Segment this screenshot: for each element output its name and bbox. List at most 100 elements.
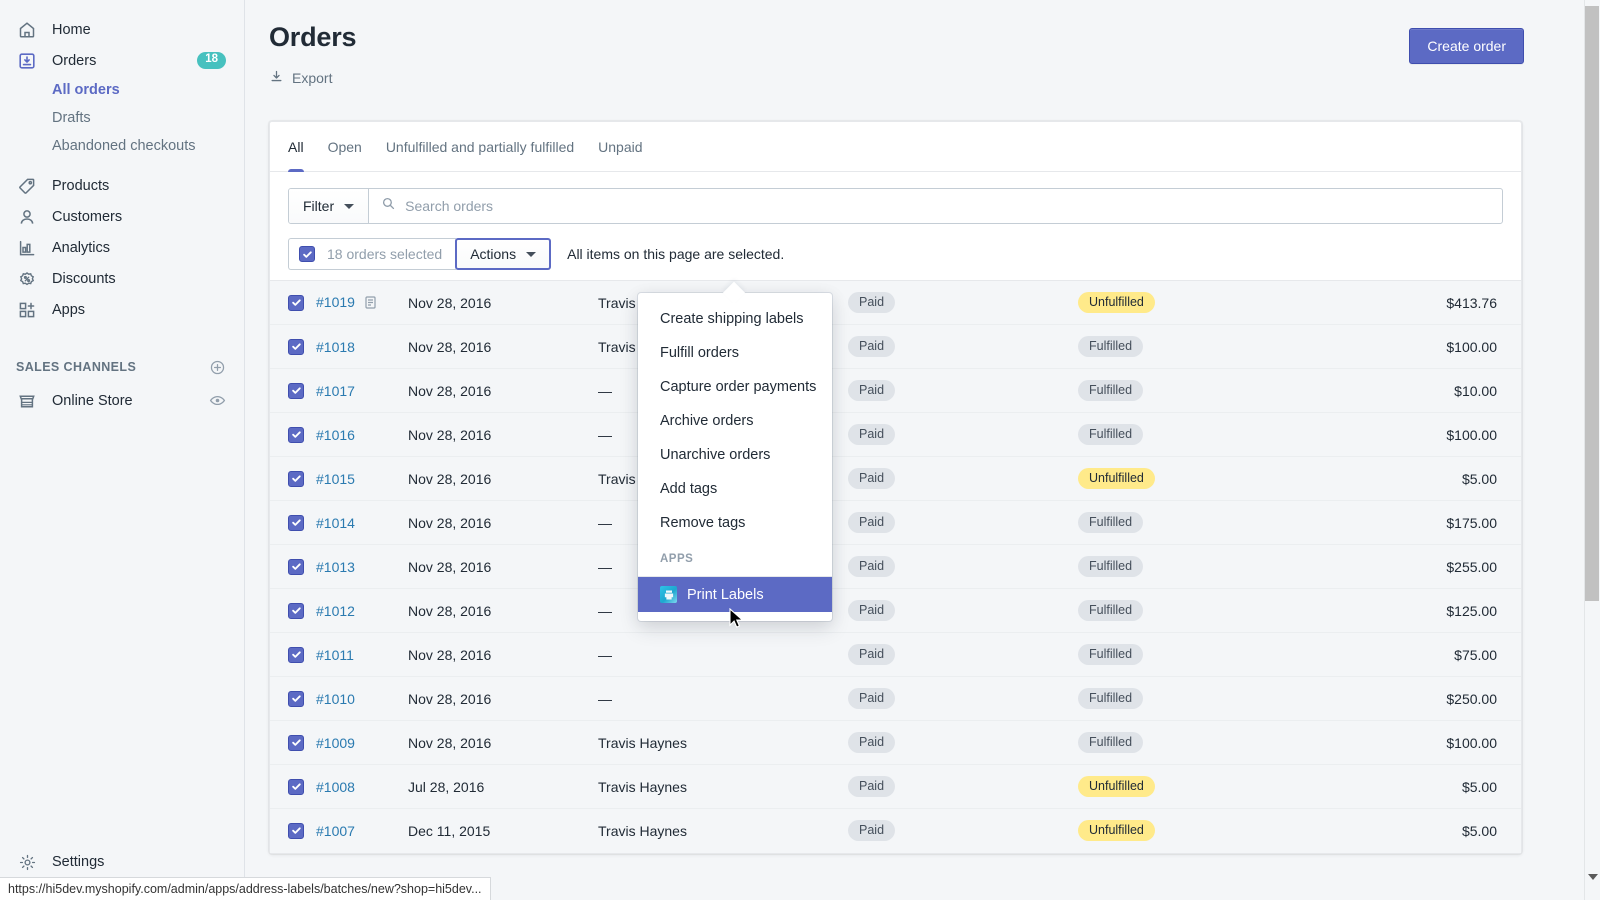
table-row[interactable]: #1011 Nov 28, 2016 — Paid Fulfilled $75.… xyxy=(270,633,1521,677)
order-link[interactable]: #1007 xyxy=(316,823,355,839)
row-checkbox-cell[interactable] xyxy=(270,325,316,369)
sidebar-item-drafts[interactable]: Drafts xyxy=(0,104,244,132)
order-link[interactable]: #1011 xyxy=(316,647,354,663)
order-number-cell[interactable]: #1013 xyxy=(316,545,408,589)
table-row[interactable]: #1019 Nov 28, 2016 Travis Haynes Paid Un… xyxy=(270,281,1521,325)
tab-open[interactable]: Open xyxy=(316,122,374,172)
sidebar-item-analytics[interactable]: Analytics xyxy=(0,232,244,263)
order-number-cell[interactable]: #1017 xyxy=(316,369,408,413)
row-checkbox-cell[interactable] xyxy=(270,281,316,325)
sidebar-item-settings[interactable]: Settings xyxy=(0,846,245,878)
menu-item-add-tags[interactable]: Add tags xyxy=(638,472,832,506)
order-number-cell[interactable]: #1009 xyxy=(316,721,408,765)
menu-item-unarchive-orders[interactable]: Unarchive orders xyxy=(638,438,832,472)
order-link[interactable]: #1016 xyxy=(316,427,355,443)
table-row[interactable]: #1010 Nov 28, 2016 — Paid Fulfilled $250… xyxy=(270,677,1521,721)
row-checkbox-cell[interactable] xyxy=(270,369,316,413)
menu-item-fulfill-orders[interactable]: Fulfill orders xyxy=(638,336,832,370)
sidebar-item-apps[interactable]: Apps xyxy=(0,294,244,325)
order-link[interactable]: #1012 xyxy=(316,603,355,619)
scrollbar-thumb[interactable] xyxy=(1585,6,1599,601)
order-link[interactable]: #1018 xyxy=(316,339,355,355)
checkbox-checked-icon[interactable] xyxy=(288,691,304,707)
checkbox-checked-icon[interactable] xyxy=(288,735,304,751)
order-link[interactable]: #1014 xyxy=(316,515,355,531)
order-link[interactable]: #1008 xyxy=(316,779,355,795)
scroll-down-arrow-icon[interactable] xyxy=(1588,874,1598,880)
checkbox-checked-icon[interactable] xyxy=(288,559,304,575)
row-checkbox-cell[interactable] xyxy=(270,589,316,633)
menu-item-capture-order-payments[interactable]: Capture order payments xyxy=(638,370,832,404)
checkbox-checked-icon[interactable] xyxy=(288,427,304,443)
order-number-cell[interactable]: #1010 xyxy=(316,677,408,721)
table-row[interactable]: #1014 Nov 28, 2016 — Paid Fulfilled $175… xyxy=(270,501,1521,545)
select-all-checkbox-pill[interactable]: 18 orders selected xyxy=(288,238,456,270)
menu-item-create-shipping-labels[interactable]: Create shipping labels xyxy=(638,302,832,336)
filter-button[interactable]: Filter xyxy=(289,189,369,223)
order-number-cell[interactable]: #1007 xyxy=(316,809,408,853)
table-row[interactable]: #1015 Nov 28, 2016 Travis Haynes Paid Un… xyxy=(270,457,1521,501)
order-number-cell[interactable]: #1016 xyxy=(316,413,408,457)
menu-item-print-labels[interactable]: Print Labels xyxy=(638,577,832,612)
table-row[interactable]: #1017 Nov 28, 2016 — Paid Fulfilled $10.… xyxy=(270,369,1521,413)
row-checkbox-cell[interactable] xyxy=(270,501,316,545)
table-row[interactable]: #1012 Nov 28, 2016 — Paid Fulfilled $125… xyxy=(270,589,1521,633)
checkbox-checked-icon[interactable] xyxy=(288,383,304,399)
order-link[interactable]: #1019 xyxy=(316,294,355,310)
create-order-button[interactable]: Create order xyxy=(1409,28,1524,64)
order-number-cell[interactable]: #1015 xyxy=(316,457,408,501)
checkbox-checked-icon[interactable] xyxy=(288,823,304,839)
menu-item-archive-orders[interactable]: Archive orders xyxy=(638,404,832,438)
checkbox-checked-icon[interactable] xyxy=(288,779,304,795)
sidebar-item-discounts[interactable]: Discounts xyxy=(0,263,244,294)
sidebar-item-customers[interactable]: Customers xyxy=(0,201,244,232)
tab-all[interactable]: All xyxy=(276,122,316,172)
row-checkbox-cell[interactable] xyxy=(270,457,316,501)
order-link[interactable]: #1013 xyxy=(316,559,355,575)
sidebar-item-all-orders[interactable]: All orders xyxy=(0,76,244,104)
order-number-cell[interactable]: #1019 xyxy=(316,281,408,325)
row-checkbox-cell[interactable] xyxy=(270,413,316,457)
table-row[interactable]: #1016 Nov 28, 2016 — Paid Fulfilled $100… xyxy=(270,413,1521,457)
vertical-scrollbar[interactable] xyxy=(1584,0,1600,900)
checkbox-checked-icon[interactable] xyxy=(288,515,304,531)
row-checkbox-cell[interactable] xyxy=(270,765,316,809)
menu-item-remove-tags[interactable]: Remove tags xyxy=(638,506,832,540)
tab-unfulfilled-partially-fulfilled[interactable]: Unfulfilled and partially fulfilled xyxy=(374,122,586,172)
order-number-cell[interactable]: #1014 xyxy=(316,501,408,545)
order-number-cell[interactable]: #1018 xyxy=(316,325,408,369)
row-checkbox-cell[interactable] xyxy=(270,545,316,589)
order-link[interactable]: #1010 xyxy=(316,691,355,707)
sidebar-item-online-store[interactable]: Online Store xyxy=(0,385,244,416)
row-checkbox-cell[interactable] xyxy=(270,677,316,721)
export-button[interactable]: Export xyxy=(269,69,332,87)
row-checkbox-cell[interactable] xyxy=(270,721,316,765)
actions-dropdown-button[interactable]: Actions xyxy=(455,238,551,270)
sidebar-item-home[interactable]: Home xyxy=(0,14,244,45)
order-link[interactable]: #1015 xyxy=(316,471,355,487)
order-number-cell[interactable]: #1012 xyxy=(316,589,408,633)
checkbox-checked-icon[interactable] xyxy=(288,603,304,619)
order-number-cell[interactable]: #1008 xyxy=(316,765,408,809)
checkbox-checked-icon[interactable] xyxy=(288,471,304,487)
order-link[interactable]: #1017 xyxy=(316,383,355,399)
table-row[interactable]: #1018 Nov 28, 2016 Travis Haynes Paid Fu… xyxy=(270,325,1521,369)
eye-icon[interactable] xyxy=(209,392,226,409)
checkbox-checked-icon[interactable] xyxy=(288,339,304,355)
tab-unpaid[interactable]: Unpaid xyxy=(586,122,654,172)
row-checkbox-cell[interactable] xyxy=(270,633,316,677)
checkbox-checked-icon[interactable] xyxy=(288,295,304,311)
checkbox-checked-icon[interactable] xyxy=(288,647,304,663)
table-row[interactable]: #1008 Jul 28, 2016 Travis Haynes Paid Un… xyxy=(270,765,1521,809)
table-row[interactable]: #1007 Dec 11, 2015 Travis Haynes Paid Un… xyxy=(270,809,1521,853)
row-checkbox-cell[interactable] xyxy=(270,809,316,853)
table-row[interactable]: #1009 Nov 28, 2016 Travis Haynes Paid Fu… xyxy=(270,721,1521,765)
order-link[interactable]: #1009 xyxy=(316,735,355,751)
plus-circle-icon[interactable] xyxy=(209,359,226,376)
sidebar-item-products[interactable]: Products xyxy=(0,170,244,201)
table-row[interactable]: #1013 Nov 28, 2016 — Paid Fulfilled $255… xyxy=(270,545,1521,589)
sidebar-item-orders[interactable]: Orders 18 xyxy=(0,45,244,76)
sidebar-item-abandoned-checkouts[interactable]: Abandoned checkouts xyxy=(0,132,244,160)
order-number-cell[interactable]: #1011 xyxy=(316,633,408,677)
search-input[interactable] xyxy=(405,198,1490,214)
